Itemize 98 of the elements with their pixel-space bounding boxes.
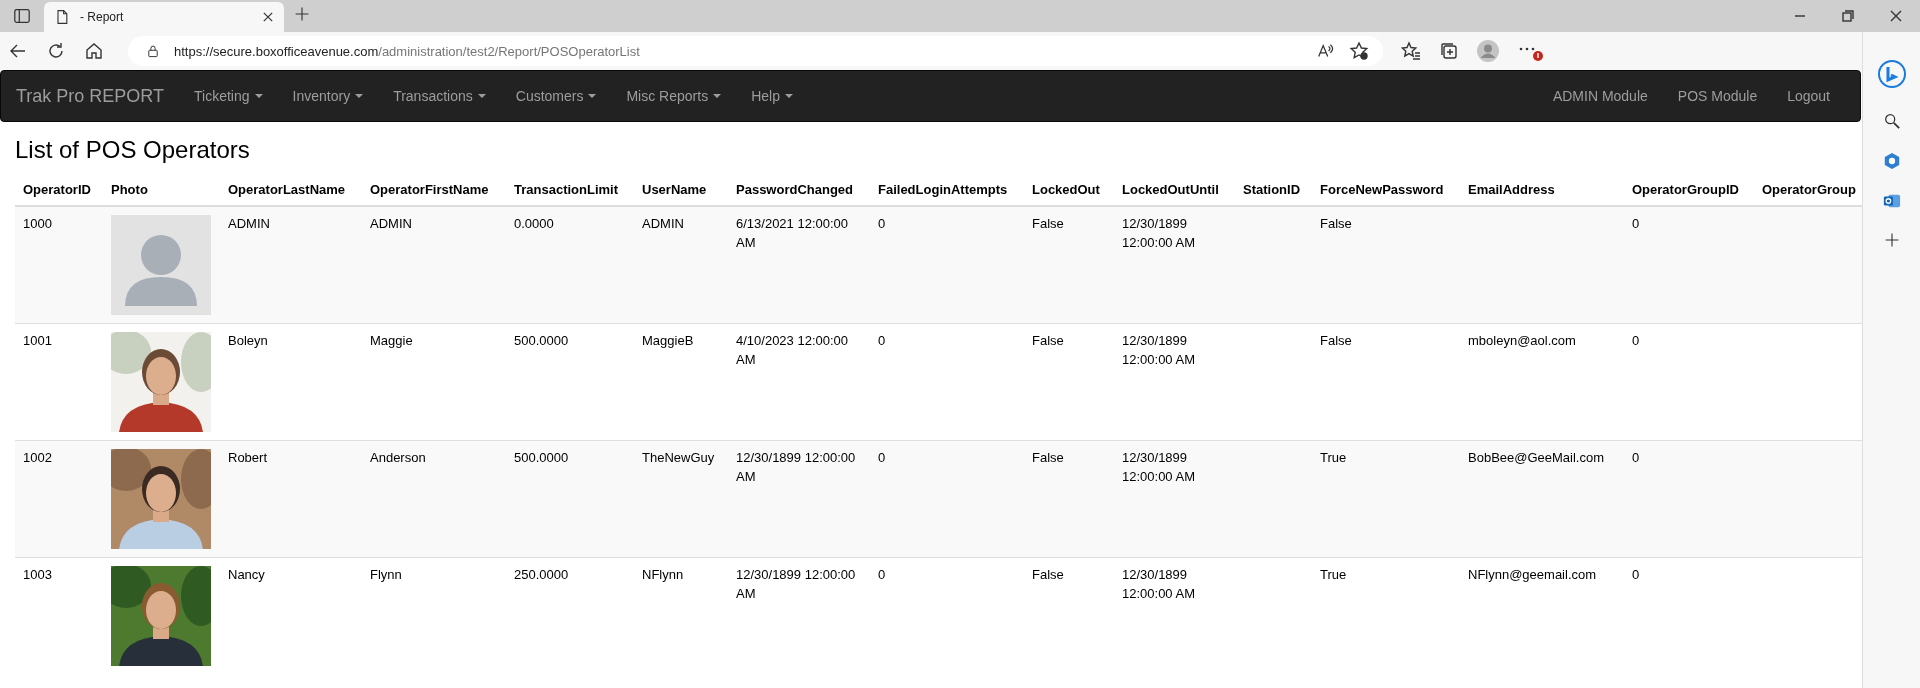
address-bar[interactable]: https://secure.boxofficeavenue.com/administration/test2/Report/POSOperatorList	[128, 36, 1383, 66]
column-header: PasswordChanged	[736, 182, 854, 197]
page-title: List of POS Operators	[15, 136, 251, 164]
table-cell: ADMIN	[228, 216, 270, 231]
nav-link[interactable]: ADMIN Module	[1537, 71, 1663, 121]
table-cell: 12/30/1899 12:00:00 AM	[1122, 333, 1195, 367]
table-cell: 0	[1632, 216, 1640, 231]
search-icon[interactable]	[1882, 112, 1901, 130]
table-cell: Anderson	[370, 450, 426, 465]
column-header: ForceNewPassword	[1320, 182, 1444, 197]
table-cell: Robert	[228, 450, 268, 465]
table-cell: 0	[1632, 450, 1640, 465]
mail-icon[interactable]	[1882, 192, 1901, 210]
table-cell: False	[1320, 216, 1352, 231]
sidebar-toggle-icon[interactable]	[13, 7, 31, 25]
caret-icon	[355, 94, 364, 98]
table-cell: ADMIN	[642, 216, 684, 231]
refresh-icon[interactable]	[46, 41, 66, 61]
caret-icon	[477, 94, 486, 98]
table-cell: False	[1032, 567, 1064, 582]
column-header: LockedOutUntil	[1122, 182, 1219, 197]
table-cell: BobBee@GeeMail.com	[1468, 450, 1605, 465]
table-cell: 6/13/2021 12:00:00 AM	[736, 216, 849, 250]
table-cell: Boleyn	[228, 333, 268, 348]
table-cell: 0	[878, 333, 886, 348]
new-tab-icon[interactable]	[294, 6, 310, 22]
caret-icon	[588, 94, 597, 98]
table-cell: True	[1320, 567, 1347, 582]
table-cell: True	[1320, 450, 1347, 465]
table-cell: mboleyn@aol.com	[1468, 333, 1576, 348]
brand-link[interactable]: Trak Pro REPORT	[16, 85, 165, 107]
column-header: OperatorGroup	[1762, 182, 1856, 197]
table-cell: False	[1032, 333, 1064, 348]
table-cell: 250.0000	[514, 567, 569, 582]
table-cell: 0	[1632, 333, 1640, 348]
nav-menu[interactable]: Misc Reports	[611, 71, 737, 121]
add-icon[interactable]	[1883, 232, 1900, 248]
caret-icon	[784, 94, 793, 98]
table-cell: 1002	[23, 450, 52, 465]
column-header: OperatorLastName	[228, 182, 346, 197]
table-cell: Maggie	[370, 333, 413, 348]
table-cell: 0	[878, 567, 886, 582]
table-cell: 4/10/2023 12:00:00 AM	[736, 333, 849, 367]
table-cell: 0	[878, 216, 886, 231]
table-cell: 12/30/1899 12:00:00 AM	[736, 567, 856, 601]
nav-menu[interactable]: Transactions	[378, 71, 501, 121]
caret-icon	[254, 94, 263, 98]
table-cell: 12/30/1899 12:00:00 AM	[736, 450, 856, 484]
table-cell: MaggieB	[642, 333, 694, 348]
table-cell: 1001	[23, 333, 52, 348]
nav-link[interactable]: POS Module	[1662, 71, 1773, 121]
column-header: TransactionLimit	[514, 182, 619, 197]
table-cell: ADMIN	[370, 216, 412, 231]
profile-icon[interactable]	[1477, 40, 1499, 62]
table-cell: 12/30/1899 12:00:00 AM	[1122, 216, 1195, 250]
table-cell: 500.0000	[514, 333, 569, 348]
table-cell: 12/30/1899 12:00:00 AM	[1122, 567, 1195, 601]
column-header: LockedOut	[1032, 182, 1100, 197]
table-cell: 1000	[23, 216, 52, 231]
browser-tab[interactable]: - Report	[44, 2, 284, 32]
table-cell: 0	[878, 450, 886, 465]
nav-link[interactable]: Logout	[1772, 71, 1845, 121]
lock-icon	[146, 44, 160, 58]
column-header: Photo	[111, 182, 148, 197]
table-cell: False	[1032, 450, 1064, 465]
column-header: OperatorGroupID	[1632, 182, 1739, 197]
table-cell: 12/30/1899 12:00:00 AM	[1122, 450, 1195, 484]
page-icon	[54, 9, 70, 25]
close-icon[interactable]	[262, 11, 274, 23]
table-cell: Flynn	[370, 567, 402, 582]
table-cell: 1003	[23, 567, 52, 582]
nav-menu[interactable]: Ticketing	[179, 71, 278, 121]
add-favorite-icon[interactable]	[1349, 41, 1369, 61]
hexagon-icon[interactable]	[1882, 152, 1901, 170]
table-cell: 0.0000	[514, 216, 554, 231]
copilot-icon[interactable]	[1876, 60, 1907, 90]
table-cell: False	[1032, 216, 1064, 231]
column-header: OperatorFirstName	[370, 182, 489, 197]
table-cell: 0	[1632, 567, 1640, 582]
table-cell: NFlynn@geemail.com	[1468, 567, 1597, 582]
column-header: StationID	[1243, 182, 1301, 197]
collections-icon[interactable]	[1439, 41, 1459, 61]
avatar-placeholder-icon	[111, 215, 211, 315]
caret-icon	[713, 94, 722, 98]
favorites-icon[interactable]	[1401, 41, 1421, 61]
table-cell: Nancy	[228, 567, 265, 582]
nav-menu[interactable]: Inventory	[277, 71, 379, 121]
column-header: EmailAddress	[1468, 182, 1555, 197]
column-header: UserName	[642, 182, 707, 197]
column-header: OperatorID	[23, 182, 91, 197]
nav-menu[interactable]: Customers	[500, 71, 612, 121]
column-header: FailedLoginAttempts	[878, 182, 1008, 197]
table-cell: NFlynn	[642, 567, 684, 582]
table-cell: False	[1320, 333, 1352, 348]
table-cell: TheNewGuy	[642, 450, 715, 465]
nav-menu[interactable]: Help	[736, 71, 808, 121]
table-cell: 500.0000	[514, 450, 569, 465]
home-icon[interactable]	[84, 41, 104, 61]
